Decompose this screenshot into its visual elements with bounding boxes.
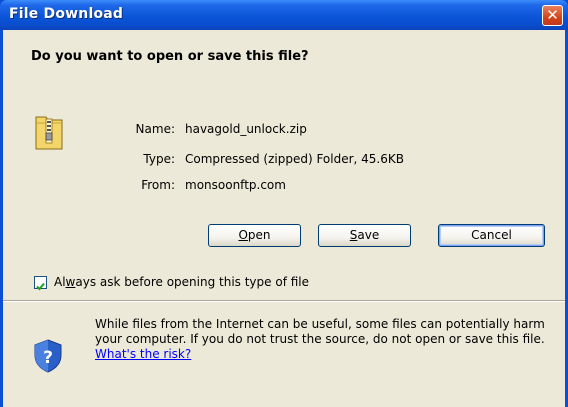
file-source-value: monsoonftp.com xyxy=(185,178,286,192)
dialog-heading: Do you want to open or save this file? xyxy=(31,49,309,64)
file-name-value: havagold_unlock.zip xyxy=(185,122,307,136)
type-label: Type: xyxy=(143,152,175,166)
always-ask-label[interactable]: Always ask before opening this type of f… xyxy=(54,275,309,289)
warning-message: While files from the Internet can be use… xyxy=(95,317,545,346)
open-button-label: pen xyxy=(247,228,271,242)
save-button[interactable]: Save xyxy=(318,224,411,247)
dialog-title: File Download xyxy=(9,6,124,22)
save-button-label: ave xyxy=(357,228,380,242)
always-ask-label-start: Al xyxy=(54,275,66,289)
name-label: Name: xyxy=(135,122,175,136)
separator xyxy=(3,300,565,302)
from-label: From: xyxy=(141,178,175,192)
checkmark-icon xyxy=(36,282,45,291)
shield-question-icon: ? xyxy=(34,339,62,373)
cancel-button[interactable]: Cancel xyxy=(438,224,545,247)
warning-text: While files from the Internet can be use… xyxy=(95,317,555,362)
open-button[interactable]: Open xyxy=(208,224,301,247)
always-ask-label-end: ays ask before opening this type of file xyxy=(75,275,310,289)
file-download-dialog: File Download ✕ Do you want to open or s… xyxy=(0,0,568,407)
svg-text:?: ? xyxy=(43,348,53,368)
file-type-value: Compressed (zipped) Folder, 45.6KB xyxy=(185,152,404,166)
always-ask-checkbox[interactable] xyxy=(34,276,47,291)
title-bar[interactable]: File Download ✕ xyxy=(0,0,568,30)
cancel-button-label: Cancel xyxy=(471,228,512,242)
close-icon[interactable]: ✕ xyxy=(542,5,563,26)
risk-link[interactable]: What's the risk? xyxy=(95,347,191,361)
always-ask-label-accelerator: w xyxy=(65,275,76,289)
zip-folder-icon xyxy=(35,116,63,150)
open-button-accelerator: O xyxy=(238,228,248,242)
